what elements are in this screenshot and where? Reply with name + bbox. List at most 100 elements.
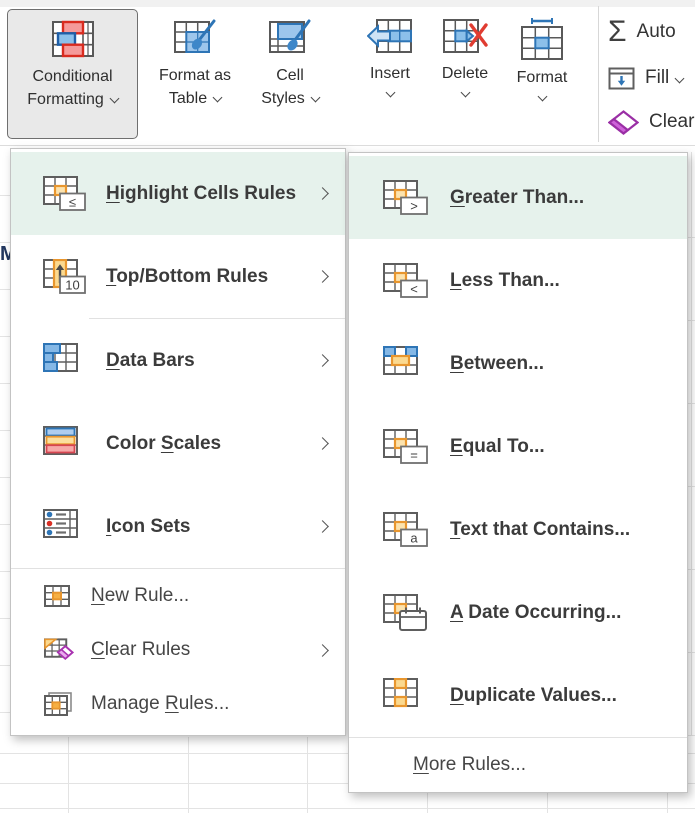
submenu-item-a-date-occurring[interactable]: A Date Occurring... bbox=[349, 571, 687, 654]
greater-than-icon: > bbox=[383, 180, 433, 216]
submenu-item-equal-to[interactable]: = Equal To... bbox=[349, 405, 687, 488]
cell-styles-label: Cell Styles bbox=[261, 64, 319, 110]
submenu-arrow-icon bbox=[316, 270, 329, 283]
eraser-icon bbox=[608, 110, 639, 135]
equal-to-icon: = bbox=[383, 429, 433, 465]
worksheet-text-fragment: M bbox=[0, 243, 10, 267]
format-cells-icon bbox=[520, 18, 564, 60]
sigma-icon: Σ bbox=[608, 15, 627, 49]
menu-item-highlight-cells-rules[interactable]: ≤ Highlight Cells Rules bbox=[11, 152, 345, 235]
chevron-down-icon bbox=[460, 88, 470, 98]
svg-text:≤: ≤ bbox=[69, 194, 76, 209]
submenu-item-between[interactable]: Between... bbox=[349, 322, 687, 405]
clear-button[interactable]: Clear bbox=[608, 104, 694, 140]
highlight-cells-rules-icon: ≤ bbox=[43, 176, 89, 212]
icon-sets-icon bbox=[43, 509, 89, 545]
excel-window: M bbox=[0, 0, 695, 813]
conditional-formatting-menu: ≤ Highlight Cells Rules 10 bbox=[10, 148, 346, 736]
menu-item-label: Icon Sets bbox=[106, 516, 190, 538]
menu-item-label: Top/Bottom Rules bbox=[106, 266, 268, 288]
submenu-arrow-icon bbox=[316, 520, 329, 533]
duplicate-values-icon bbox=[383, 678, 433, 714]
menu-item-label: Data Bars bbox=[106, 350, 195, 372]
submenu-item-label: Less Than... bbox=[450, 270, 560, 292]
ribbon-bottom-border bbox=[0, 145, 695, 146]
svg-text:<: < bbox=[410, 281, 418, 296]
chevron-down-icon bbox=[675, 73, 685, 83]
format-as-table-icon bbox=[173, 18, 217, 58]
menu-item-label: Highlight Cells Rules bbox=[106, 183, 296, 205]
menu-item-label: Manage Rules... bbox=[91, 693, 229, 715]
chevron-down-icon bbox=[213, 93, 223, 103]
fill-label: Fill bbox=[645, 67, 669, 89]
autosum-button[interactable]: Σ Auto bbox=[608, 14, 676, 50]
fill-down-icon bbox=[608, 67, 635, 90]
format-as-table-button[interactable]: Format as Table bbox=[146, 9, 244, 139]
submenu-item-label: More Rules... bbox=[413, 754, 526, 776]
clear-label: Clear bbox=[649, 111, 694, 133]
color-scales-icon bbox=[43, 426, 89, 462]
insert-label: Insert bbox=[370, 62, 410, 85]
format-cells-button[interactable]: Format bbox=[506, 9, 578, 139]
menu-item-color-scales[interactable]: Color Scales bbox=[11, 402, 345, 485]
submenu-item-greater-than[interactable]: > Greater Than... bbox=[349, 156, 687, 239]
insert-cells-icon bbox=[367, 18, 413, 56]
chevron-down-icon bbox=[109, 94, 119, 104]
new-rule-icon bbox=[44, 585, 74, 608]
a-date-occurring-icon bbox=[383, 594, 433, 632]
chevron-down-icon bbox=[385, 88, 395, 98]
worksheet-left-sliver bbox=[0, 149, 10, 736]
svg-text:10: 10 bbox=[65, 277, 79, 292]
highlight-cells-rules-submenu: > Greater Than... < Less Than... bbox=[348, 152, 688, 793]
delete-label: Delete bbox=[442, 62, 488, 85]
fill-button[interactable]: Fill bbox=[608, 60, 683, 96]
conditional-formatting-icon bbox=[51, 19, 95, 59]
submenu-item-label: Equal To... bbox=[450, 436, 545, 458]
between-icon bbox=[383, 346, 433, 382]
svg-text:a: a bbox=[410, 530, 418, 545]
top-bottom-rules-icon: 10 bbox=[43, 259, 89, 295]
submenu-item-text-that-contains[interactable]: a Text that Contains... bbox=[349, 488, 687, 571]
less-than-icon: < bbox=[383, 263, 433, 299]
menu-item-label: New Rule... bbox=[91, 585, 189, 607]
submenu-item-more-rules[interactable]: More Rules... bbox=[349, 738, 687, 792]
manage-rules-icon bbox=[44, 692, 74, 716]
submenu-arrow-icon bbox=[316, 437, 329, 450]
menu-item-icon-sets[interactable]: Icon Sets bbox=[11, 485, 345, 568]
submenu-arrow-icon bbox=[316, 644, 329, 657]
text-that-contains-icon: a bbox=[383, 512, 433, 548]
submenu-item-duplicate-values[interactable]: Duplicate Values... bbox=[349, 654, 687, 737]
menu-item-label: Clear Rules bbox=[91, 639, 190, 661]
autosum-label: Auto bbox=[637, 21, 676, 43]
menu-item-new-rule[interactable]: New Rule... bbox=[11, 569, 345, 623]
submenu-item-label: Greater Than... bbox=[450, 187, 584, 209]
menu-item-top-bottom-rules[interactable]: 10 Top/Bottom Rules bbox=[11, 235, 345, 318]
chevron-down-icon bbox=[310, 93, 320, 103]
ribbon-group-separator bbox=[598, 6, 599, 142]
cell-styles-icon bbox=[268, 18, 312, 58]
submenu-item-label: Text that Contains... bbox=[450, 519, 630, 541]
conditional-formatting-button[interactable]: Conditional Formatting bbox=[7, 9, 138, 139]
submenu-arrow-icon bbox=[316, 187, 329, 200]
format-label: Format bbox=[517, 66, 568, 89]
delete-cells-icon bbox=[442, 18, 488, 56]
insert-cells-button[interactable]: Insert bbox=[358, 9, 422, 139]
cell-styles-button[interactable]: Cell Styles bbox=[250, 9, 330, 139]
menu-item-clear-rules[interactable]: Clear Rules bbox=[11, 623, 345, 677]
menu-item-manage-rules[interactable]: Manage Rules... bbox=[11, 677, 345, 731]
delete-cells-button[interactable]: Delete bbox=[430, 9, 500, 139]
data-bars-icon bbox=[43, 343, 89, 379]
ribbon-top-strip bbox=[0, 0, 695, 7]
submenu-item-label: A Date Occurring... bbox=[450, 602, 621, 624]
ribbon: Conditional Formatting Format as Table bbox=[0, 0, 695, 147]
menu-item-data-bars[interactable]: Data Bars bbox=[11, 319, 345, 402]
svg-text:>: > bbox=[410, 198, 418, 213]
clear-rules-icon bbox=[44, 638, 74, 662]
conditional-formatting-label: Conditional Formatting bbox=[27, 65, 117, 111]
chevron-down-icon bbox=[537, 92, 547, 102]
submenu-item-less-than[interactable]: < Less Than... bbox=[349, 239, 687, 322]
svg-text:=: = bbox=[410, 447, 418, 462]
format-as-table-label: Format as Table bbox=[159, 64, 231, 110]
submenu-arrow-icon bbox=[316, 354, 329, 367]
submenu-item-label: Between... bbox=[450, 353, 544, 375]
